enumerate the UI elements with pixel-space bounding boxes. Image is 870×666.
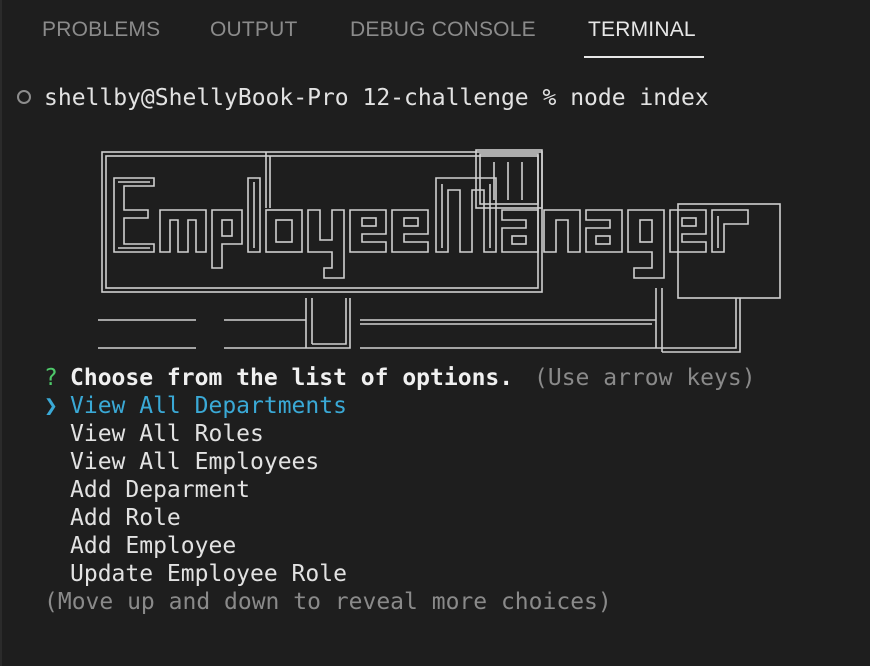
question-text: Choose from the list of options. — [70, 365, 514, 391]
menu-option-update-employee-role[interactable]: Update Employee Role — [70, 560, 347, 588]
tab-problems[interactable]: PROBLEMS — [42, 18, 160, 42]
tab-output[interactable]: OUTPUT — [210, 18, 298, 42]
command-status-icon — [17, 90, 31, 104]
active-tab-indicator — [584, 56, 704, 58]
employee-manager-banner — [98, 149, 781, 353]
shell-prompt-line: shellby@ShellyBook-Pro 12-challenge % no… — [44, 85, 709, 111]
question-hint: (Use arrow keys) — [534, 365, 756, 391]
selection-pointer-icon: ❯ — [44, 393, 58, 419]
menu-option-add-employee[interactable]: Add Employee — [70, 532, 236, 560]
menu-option-view-all-roles[interactable]: View All Roles — [70, 420, 264, 448]
menu-option-view-all-departments[interactable]: View All Departments — [70, 392, 347, 420]
tab-terminal[interactable]: TERMINAL — [588, 18, 696, 42]
panel-edge — [0, 0, 2, 666]
tab-debug-console[interactable]: DEBUG CONSOLE — [350, 18, 536, 42]
panel-tabs: PROBLEMS OUTPUT DEBUG CONSOLE TERMINAL — [0, 0, 870, 60]
question-marker: ? — [44, 365, 58, 391]
menu-option-view-all-employees[interactable]: View All Employees — [70, 448, 319, 476]
menu-option-add-role[interactable]: Add Role — [70, 504, 181, 532]
scroll-hint: (Move up and down to reveal more choices… — [44, 589, 612, 615]
menu-option-add-department[interactable]: Add Deparment — [70, 476, 250, 504]
